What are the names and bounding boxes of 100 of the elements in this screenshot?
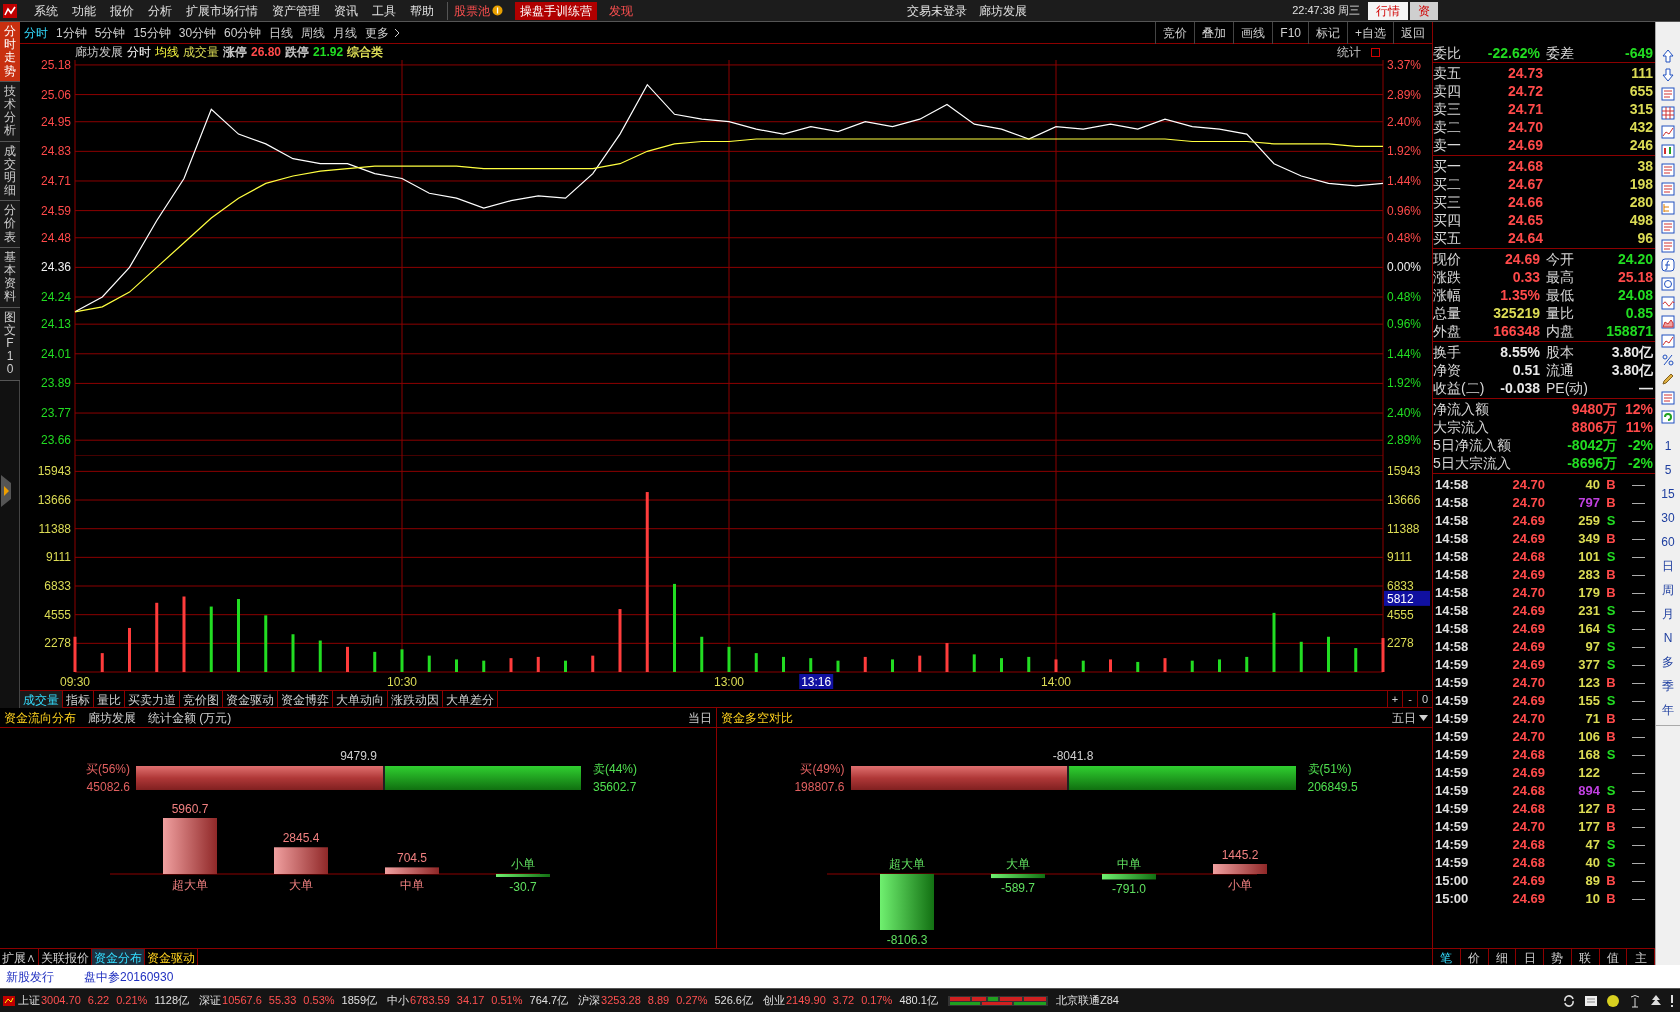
period-shortcut[interactable]: 15 xyxy=(1661,483,1675,504)
news-link[interactable]: 盘中参20160930 xyxy=(84,967,174,986)
trade-volume: 123 xyxy=(1577,674,1600,693)
axis-label: 0.96% xyxy=(1387,203,1422,218)
toolbar-button[interactable]: 叠加 xyxy=(1194,21,1234,44)
volume-bar xyxy=(1218,659,1221,672)
period-shortcut[interactable]: N xyxy=(1663,627,1673,648)
period-shortcut[interactable]: 季 xyxy=(1662,675,1674,696)
coin-icon[interactable] xyxy=(1606,993,1620,1008)
menu-item[interactable]: 发现 xyxy=(603,1,639,20)
period-selector[interactable]: 当日 xyxy=(687,708,712,727)
toolbar-button[interactable]: 画线 xyxy=(1233,21,1273,44)
field-label: 5日大宗流入 xyxy=(1433,456,1512,470)
period-shortcut[interactable]: 月 xyxy=(1662,603,1674,624)
grid-icon[interactable] xyxy=(1660,105,1676,121)
field-value: 0.85 xyxy=(1624,306,1654,320)
period-tab[interactable]: 月线 xyxy=(329,23,362,42)
indicator-tab[interactable]: 竞价图 xyxy=(180,690,223,708)
period-tab[interactable]: 1分钟 xyxy=(52,23,91,42)
zoom-button[interactable]: + xyxy=(1387,690,1402,708)
up-arrow-icon[interactable] xyxy=(1660,48,1676,64)
toolbar-button[interactable]: F10 xyxy=(1272,21,1308,44)
report-icon[interactable] xyxy=(1660,86,1676,102)
period-tab[interactable]: 15分钟 xyxy=(129,23,175,42)
indicator-tab[interactable]: 买卖力道 xyxy=(125,690,180,708)
menu-item[interactable]: 系统 xyxy=(27,1,65,20)
side-tab[interactable]: 分时走势 xyxy=(0,22,20,82)
indicator-tab[interactable]: 成交量 xyxy=(20,690,63,708)
volume-bar xyxy=(1381,638,1385,672)
indicator-tab[interactable]: 大单差分 xyxy=(443,690,498,708)
indicator-tab[interactable]: 涨跌动因 xyxy=(388,690,443,708)
menu-item[interactable]: 报价 xyxy=(103,1,141,20)
side-tab[interactable]: 图文F10 xyxy=(0,307,20,381)
wave-icon[interactable] xyxy=(1660,295,1676,311)
period-tab[interactable]: 30分钟 xyxy=(174,23,221,42)
document-icon[interactable] xyxy=(1660,390,1676,406)
menu-item[interactable]: 资讯 xyxy=(327,1,365,20)
menu-item[interactable]: 分析 xyxy=(141,1,179,20)
menu-item[interactable]: 股票池 xyxy=(447,1,509,20)
period-shortcut[interactable]: 60 xyxy=(1661,531,1675,552)
view-tab[interactable]: 行情 xyxy=(1368,1,1408,20)
function-icon[interactable] xyxy=(1660,257,1676,273)
menu-item[interactable]: 工具 xyxy=(365,1,403,20)
index-percent: 0.51% xyxy=(491,993,523,1009)
menu-item[interactable]: 功能 xyxy=(65,1,103,20)
zoom-button[interactable]: - xyxy=(1402,690,1417,708)
trade-time: 14:58 xyxy=(1434,494,1470,513)
period-tab[interactable]: 60分钟 xyxy=(220,23,266,42)
period-tab[interactable]: 周线 xyxy=(297,23,330,42)
axis-label: 2.40% xyxy=(1387,406,1422,421)
toolbar-button[interactable]: +自选 xyxy=(1347,21,1393,44)
indicator-tab[interactable]: 资金驱动 xyxy=(223,690,278,708)
period-shortcut[interactable]: 日 xyxy=(1662,555,1674,576)
dash-text: — xyxy=(1631,854,1646,873)
refresh-icon[interactable] xyxy=(1562,993,1576,1008)
side-tab[interactable]: 分价表 xyxy=(0,201,20,248)
period-tab[interactable]: 分时 xyxy=(20,23,52,42)
toolbar-button[interactable]: 竞价 xyxy=(1155,21,1195,44)
trade-side: B xyxy=(1606,530,1616,549)
percent-icon[interactable] xyxy=(1660,352,1676,368)
side-tab[interactable]: 技术分析 xyxy=(0,81,20,142)
side-tab[interactable]: 基本资料 xyxy=(0,247,20,308)
indicator-tab[interactable]: 大单动向 xyxy=(333,690,388,708)
list-icon[interactable] xyxy=(1660,162,1676,178)
menu-item[interactable]: 资产管理 xyxy=(265,1,327,20)
menu-item[interactable]: 帮助 xyxy=(403,1,441,20)
period-selector[interactable]: 五日 xyxy=(1392,708,1428,727)
chevron-right-icon[interactable] xyxy=(393,27,402,38)
side-tab[interactable]: 成交明细 xyxy=(0,141,20,202)
indicator-tab[interactable]: 指标 xyxy=(63,690,94,708)
period-tab[interactable]: 更多 xyxy=(361,23,394,42)
period-shortcut[interactable]: 5 xyxy=(1664,459,1672,480)
square-icon[interactable] xyxy=(1371,47,1380,57)
pencil-icon[interactable] xyxy=(1660,371,1676,387)
line-chart-icon[interactable] xyxy=(1660,124,1676,140)
period-shortcut[interactable]: 多 xyxy=(1662,651,1674,672)
document-icon[interactable] xyxy=(1660,181,1676,197)
period-tab[interactable]: 日线 xyxy=(265,23,298,42)
indicator-tab[interactable]: 资金博弈 xyxy=(278,690,333,708)
candlestick-icon[interactable] xyxy=(1660,143,1676,159)
down-arrow-icon[interactable] xyxy=(1660,67,1676,83)
period-shortcut[interactable]: 年 xyxy=(1662,699,1674,720)
menu-item[interactable]: 扩展市场行情 xyxy=(179,1,265,20)
period-tab[interactable]: 5分钟 xyxy=(90,23,130,42)
indicator-tab[interactable]: 量比 xyxy=(94,690,125,708)
line-chart-icon[interactable] xyxy=(1660,333,1676,349)
period-shortcut[interactable]: 30 xyxy=(1661,507,1675,528)
period-shortcut[interactable]: 周 xyxy=(1662,579,1674,600)
bottom-tab[interactable]: 资金分布 xyxy=(92,949,145,965)
view-tab[interactable]: 资 xyxy=(1410,1,1438,20)
menu-item[interactable]: 操盘手训练营 xyxy=(515,1,597,20)
notepad-icon[interactable] xyxy=(1584,993,1598,1008)
tree-icon[interactable] xyxy=(1650,993,1662,1008)
area-chart-icon[interactable] xyxy=(1660,314,1676,330)
toolbar-button[interactable]: 标记 xyxy=(1308,21,1347,44)
period-shortcut[interactable]: 1 xyxy=(1664,435,1672,456)
news-link[interactable]: 新股发行 xyxy=(6,967,54,986)
fund-bar xyxy=(1212,864,1267,874)
document-icon[interactable] xyxy=(1660,219,1676,235)
alert-icon[interactable] xyxy=(1670,993,1674,1008)
